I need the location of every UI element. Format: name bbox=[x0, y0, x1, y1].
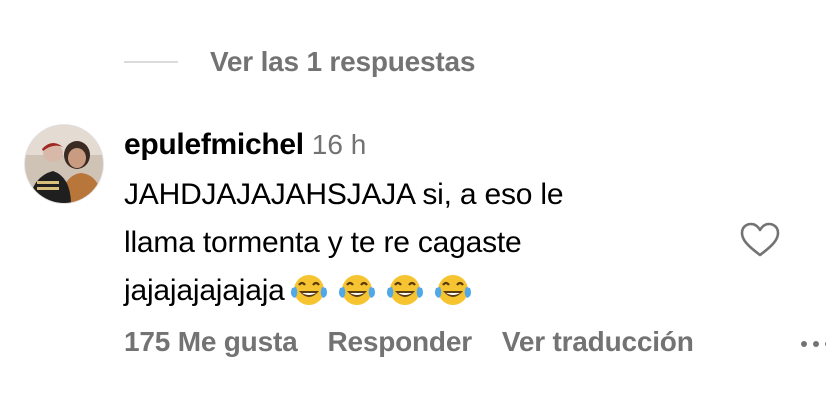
more-options-icon bbox=[801, 341, 826, 347]
username[interactable]: epulefmichel bbox=[124, 128, 304, 161]
more-options-button[interactable] bbox=[798, 337, 826, 349]
comment-text: JAHDJAJAJAHSJAJA si, a eso le llama torm… bbox=[124, 171, 684, 315]
comment-thread: Ver las 1 respuestas epulefmichel 16 h JA… bbox=[0, 0, 826, 402]
comment-actions: 175 Me gusta Responder Ver traducción bbox=[124, 326, 694, 358]
tears-of-joy-emoji-icon bbox=[290, 275, 327, 305]
comment-line: llama tormenta y te re cagaste bbox=[124, 226, 522, 259]
view-replies-button[interactable]: Ver las 1 respuestas bbox=[210, 46, 475, 78]
likes-count-button[interactable]: 175 Me gusta bbox=[124, 326, 298, 357]
comment-header: epulefmichel 16 h bbox=[124, 128, 366, 162]
tears-of-joy-emoji-icon bbox=[338, 275, 375, 305]
heart-outline-icon bbox=[740, 222, 780, 257]
avatar-photo bbox=[25, 125, 103, 203]
comment-line: JAHDJAJAJAHSJAJA si, a eso le bbox=[124, 178, 564, 211]
replies-divider bbox=[124, 61, 178, 63]
comment-line-last: jajajajajajaja bbox=[124, 267, 684, 315]
tears-of-joy-emoji-icon bbox=[434, 275, 471, 305]
like-comment-button[interactable] bbox=[740, 222, 780, 258]
timestamp[interactable]: 16 h bbox=[312, 129, 367, 160]
translate-button[interactable]: Ver traducción bbox=[502, 326, 694, 357]
reply-button[interactable]: Responder bbox=[327, 326, 472, 357]
emoji-group bbox=[285, 274, 473, 307]
avatar[interactable] bbox=[24, 124, 104, 204]
tears-of-joy-emoji-icon bbox=[386, 275, 423, 305]
comment-line-text: jajajajajajaja bbox=[124, 274, 285, 307]
